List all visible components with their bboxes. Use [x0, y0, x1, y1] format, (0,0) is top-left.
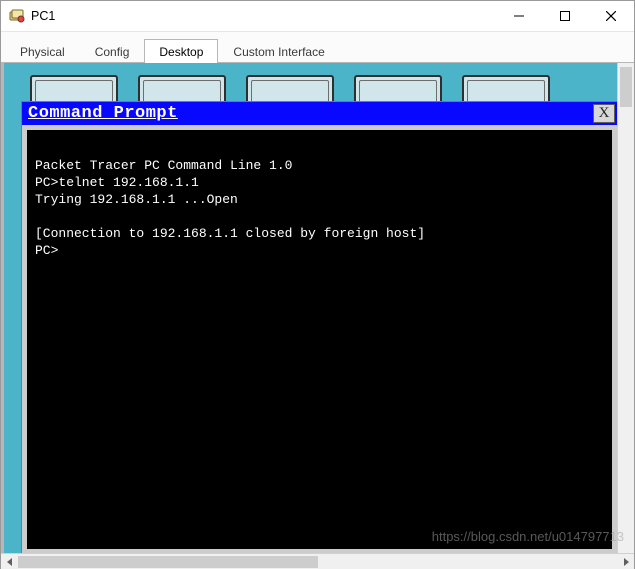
tab-physical[interactable]: Physical	[5, 39, 80, 63]
client-area: Command Prompt X Packet Tracer PC Comman…	[1, 63, 634, 553]
app-window: PC1 Physical Config Desktop Custom Inter…	[0, 0, 635, 569]
command-prompt-close-button[interactable]: X	[593, 104, 615, 123]
tab-custom-interface[interactable]: Custom Interface	[218, 39, 339, 63]
close-button[interactable]	[588, 1, 634, 32]
tab-strip: Physical Config Desktop Custom Interface	[1, 32, 634, 63]
tab-desktop[interactable]: Desktop	[144, 39, 218, 63]
app-pc-icon	[9, 8, 25, 24]
horizontal-scrollbar-track[interactable]	[18, 554, 617, 569]
window-buttons	[496, 1, 634, 32]
horizontal-scrollbar[interactable]	[1, 553, 634, 569]
command-prompt-title: Command Prompt	[28, 104, 178, 123]
command-prompt-window: Command Prompt X Packet Tracer PC Comman…	[21, 101, 618, 553]
tab-config[interactable]: Config	[80, 39, 145, 63]
command-prompt-body-wrap: Packet Tracer PC Command Line 1.0 PC>tel…	[22, 125, 617, 553]
maximize-button[interactable]	[542, 1, 588, 32]
vertical-scrollbar-thumb[interactable]	[620, 67, 632, 107]
minimize-button[interactable]	[496, 1, 542, 32]
desktop-background: Command Prompt X Packet Tracer PC Comman…	[1, 63, 634, 553]
scroll-right-arrow-icon[interactable]	[617, 554, 634, 569]
horizontal-scrollbar-thumb[interactable]	[18, 556, 318, 568]
scroll-left-arrow-icon[interactable]	[1, 554, 18, 569]
command-prompt-titlebar[interactable]: Command Prompt X	[22, 102, 617, 125]
vertical-scrollbar[interactable]	[617, 63, 634, 553]
command-prompt-terminal[interactable]: Packet Tracer PC Command Line 1.0 PC>tel…	[27, 130, 612, 549]
window-title: PC1	[31, 9, 55, 23]
titlebar: PC1	[1, 1, 634, 32]
